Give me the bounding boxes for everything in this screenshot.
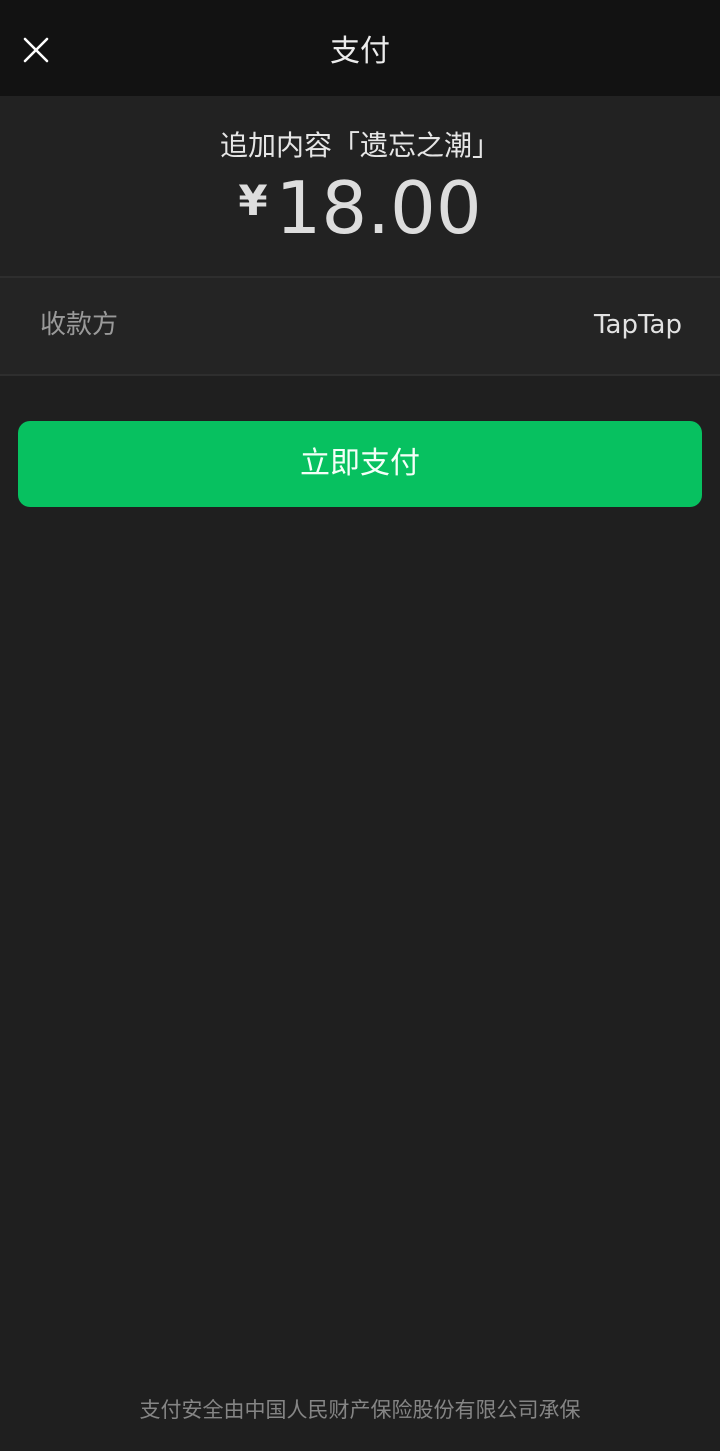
insurance-note: 支付安全由中国人民财产保险股份有限公司承保	[139, 1398, 581, 1422]
product-name: 追加内容「遗忘之潮」	[219, 129, 500, 162]
currency-symbol: ¥	[238, 176, 268, 225]
payee-row: 收款方 TapTap	[0, 278, 720, 374]
payment-amount: ¥18.00	[0, 168, 720, 248]
payee-label: 收款方	[40, 310, 119, 340]
payee-value: TapTap	[593, 310, 682, 340]
amount-value: 18.00	[275, 166, 482, 250]
pay-now-button[interactable]: 立即支付	[18, 421, 702, 507]
navigation-bar: 支付	[0, 0, 720, 96]
order-summary: 追加内容「遗忘之潮」 ¥18.00	[0, 96, 720, 276]
payment-screen: 支付 追加内容「遗忘之潮」 ¥18.00 收款方 TapTap 立即支付 支付安…	[0, 0, 720, 1451]
divider	[0, 374, 720, 376]
page-title: 支付	[330, 34, 390, 69]
